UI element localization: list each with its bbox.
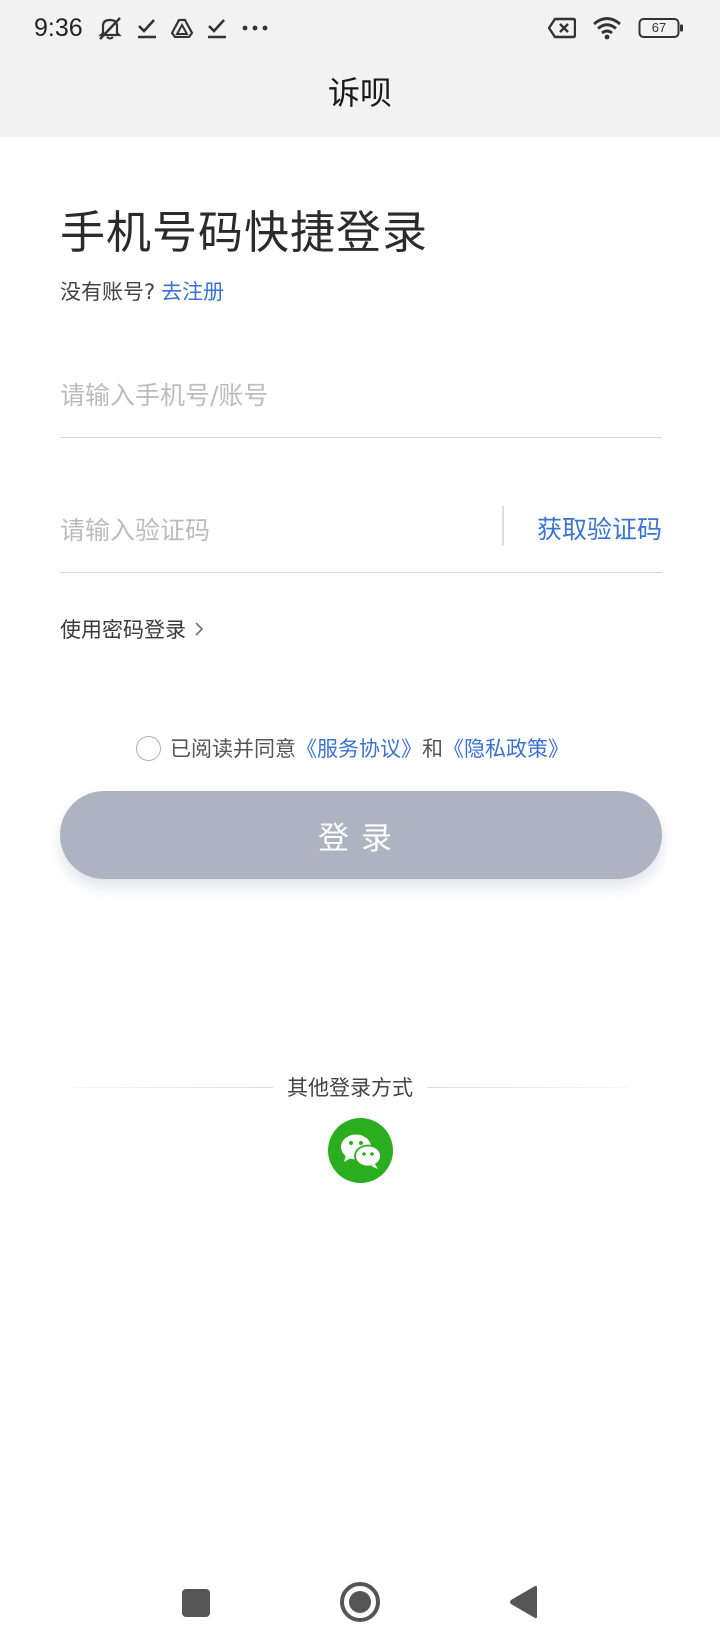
- get-code-button[interactable]: 获取验证码: [537, 510, 662, 546]
- chevron-right-icon: [194, 621, 204, 637]
- agreement-text: 已阅读并同意: [170, 737, 296, 761]
- phone-field: [60, 354, 662, 438]
- agreement-checkbox[interactable]: [136, 735, 161, 761]
- top-bar: 9:36 67 诉呗: [0, 0, 720, 137]
- wechat-login-button[interactable]: [328, 1118, 393, 1183]
- check-download-icon: [207, 17, 227, 39]
- other-login-label: 其他登录方式: [287, 1076, 413, 1100]
- navigation-bar: [0, 1560, 720, 1650]
- password-login-link[interactable]: 使用密码登录: [60, 614, 204, 644]
- other-login-divider: 其他登录方式: [70, 1072, 630, 1102]
- back-triangle-icon[interactable]: [508, 1584, 538, 1620]
- register-prompt: 没有账号?: [60, 280, 156, 304]
- sim-off-icon: [548, 17, 576, 39]
- privacy-policy-link[interactable]: 《隐私政策》: [443, 733, 569, 763]
- battery-icon: 67: [638, 17, 684, 39]
- agreement-row: 已阅读并同意 《服务协议》 和 《隐私政策》: [136, 733, 569, 763]
- verification-code-input[interactable]: [60, 500, 500, 560]
- password-login-label: 使用密码登录: [60, 618, 186, 642]
- register-link[interactable]: 去注册: [161, 276, 224, 306]
- status-bar: 9:36 67: [0, 0, 720, 56]
- status-left: 9:36: [34, 14, 269, 43]
- service-agreement-link[interactable]: 《服务协议》: [296, 733, 422, 763]
- recents-square-icon[interactable]: [182, 1589, 210, 1617]
- page-title: 诉呗: [327, 74, 392, 112]
- check-download-icon: [137, 17, 157, 39]
- wechat-icon: [338, 1131, 384, 1171]
- code-divider: [502, 506, 504, 546]
- divider-line-right: [427, 1086, 630, 1088]
- bell-off-icon: [97, 15, 123, 41]
- status-right: 67: [548, 16, 684, 40]
- home-circle-icon[interactable]: [340, 1582, 380, 1622]
- drive-icon: [170, 18, 193, 38]
- login-heading: 手机号码快捷登录: [60, 206, 429, 259]
- battery-level: 67: [651, 20, 667, 35]
- code-field: 获取验证码: [60, 488, 662, 573]
- divider-line-left: [70, 1086, 273, 1088]
- home-dot: [349, 1591, 371, 1613]
- agreement-and: 和: [422, 737, 443, 761]
- register-row: 没有账号? 去注册: [60, 276, 224, 306]
- login-button[interactable]: 登录: [60, 791, 662, 879]
- wifi-icon: [592, 16, 622, 40]
- phone-input[interactable]: [60, 354, 662, 437]
- more-dots-icon: [241, 24, 269, 32]
- status-time: 9:36: [34, 13, 83, 42]
